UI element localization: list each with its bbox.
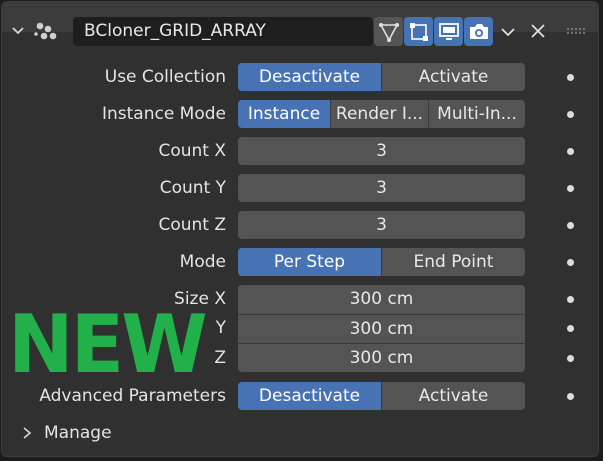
mode-label: Mode	[179, 252, 226, 272]
count-x-keyframe-icon[interactable]	[567, 148, 574, 155]
size-z-field[interactable]: 300 cm	[238, 343, 525, 372]
size-y-field[interactable]: 300 cm	[238, 314, 525, 343]
instance-mode-instance-option[interactable]: Instance	[238, 100, 330, 128]
count-y-keyframe-icon[interactable]	[567, 185, 574, 192]
manage-subpanel-header[interactable]: Manage	[22, 420, 112, 446]
advanced-desactivate-option[interactable]: Desactivate	[238, 382, 381, 410]
drag-handle-icon[interactable]	[565, 25, 587, 37]
mode-end-point-option[interactable]: End Point	[381, 248, 525, 276]
chevron-right-icon	[22, 426, 38, 440]
size-y-keyframe-icon[interactable]	[567, 325, 574, 332]
mode-toggle: Per Step End Point	[238, 248, 525, 276]
collapse-chevron-icon[interactable]	[9, 22, 27, 40]
use-collection-desactivate-option[interactable]: Desactivate	[238, 63, 381, 91]
camera-render-icon[interactable]	[464, 17, 493, 46]
instance-mode-label: Instance Mode	[101, 104, 226, 124]
count-z-keyframe-icon[interactable]	[567, 222, 574, 229]
manage-label: Manage	[44, 423, 112, 443]
size-x-field[interactable]: 300 cm	[238, 285, 525, 314]
count-z-label: Count Z	[158, 215, 226, 235]
new-badge: NEW	[8, 298, 208, 391]
edit-mode-icon[interactable]	[404, 17, 433, 46]
count-y-label: Count Y	[159, 178, 226, 198]
use-collection-label: Use Collection	[104, 67, 226, 87]
advanced-parameters-keyframe-icon[interactable]	[567, 393, 574, 400]
count-z-field[interactable]: 3	[238, 211, 525, 239]
size-y-label: Y	[215, 318, 226, 338]
instance-mode-multi-option[interactable]: Multi-In...	[428, 100, 525, 128]
size-x-keyframe-icon[interactable]	[567, 296, 574, 303]
use-collection-toggle: Desactivate Activate	[238, 63, 525, 91]
advanced-parameters-label: Advanced Parameters	[39, 386, 226, 406]
count-x-label: Count X	[158, 141, 226, 161]
size-z-keyframe-icon[interactable]	[567, 355, 574, 362]
instance-mode-keyframe-icon[interactable]	[567, 111, 574, 118]
viewport-monitor-icon[interactable]	[434, 17, 463, 46]
modifier-name-field[interactable]: BCloner_GRID_ARRAY	[73, 17, 373, 46]
use-collection-keyframe-icon[interactable]	[567, 74, 574, 81]
use-collection-activate-option[interactable]: Activate	[381, 63, 525, 91]
instance-mode-render-option[interactable]: Render I...	[330, 100, 428, 128]
filter-icon[interactable]	[374, 17, 403, 46]
count-x-field[interactable]: 3	[238, 137, 525, 165]
mode-keyframe-icon[interactable]	[567, 259, 574, 266]
mode-per-step-option[interactable]: Per Step	[238, 248, 381, 276]
size-z-label: Z	[214, 348, 226, 368]
advanced-parameters-toggle: Desactivate Activate	[238, 382, 525, 410]
dropdown-chevron-icon[interactable]	[497, 22, 519, 42]
close-icon[interactable]	[528, 21, 548, 41]
geometry-nodes-icon	[33, 19, 59, 43]
count-y-field[interactable]: 3	[238, 174, 525, 202]
advanced-activate-option[interactable]: Activate	[381, 382, 525, 410]
instance-mode-toggle: Instance Render I... Multi-In...	[238, 100, 525, 128]
